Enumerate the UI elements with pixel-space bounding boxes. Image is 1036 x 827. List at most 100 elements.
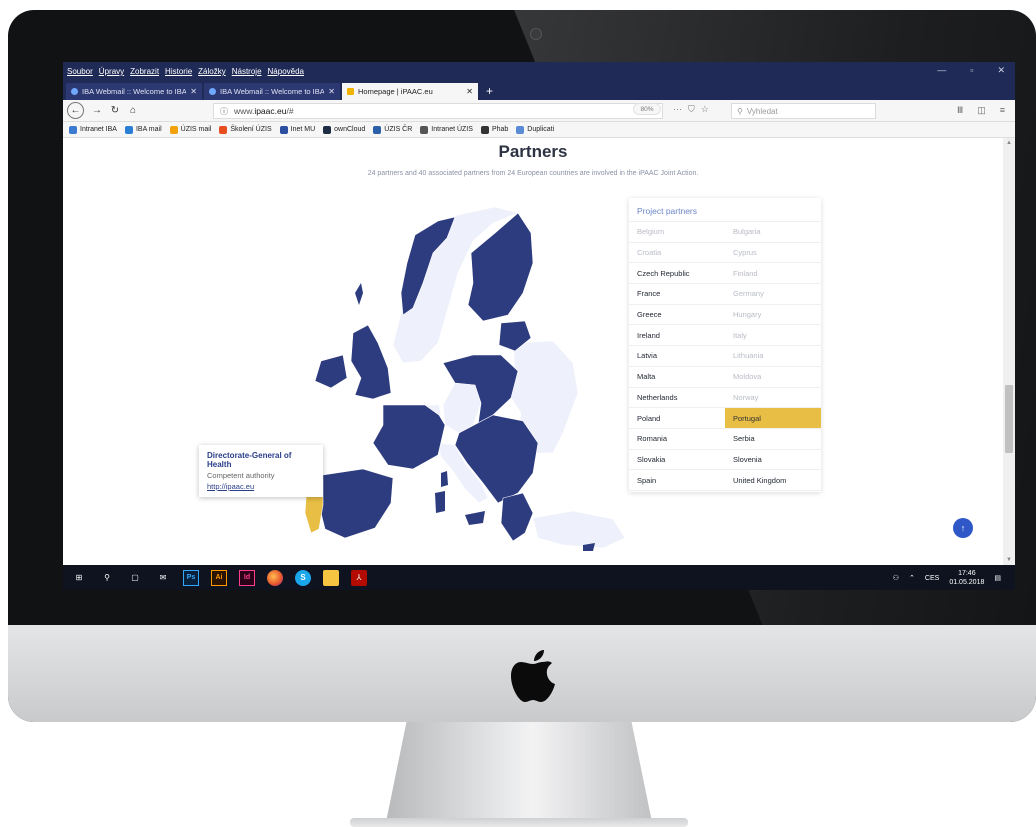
bookmark-item[interactable]: ÚZIS ČR	[373, 125, 412, 134]
menu-item[interactable]: Nástroje	[232, 67, 262, 76]
search-icon[interactable]: ⚲	[99, 570, 115, 586]
map-region-sardinia[interactable]	[435, 491, 445, 513]
partner-country[interactable]: Serbia	[725, 429, 821, 449]
sidebar-icon[interactable]: ◫	[977, 105, 986, 116]
bookmark-item[interactable]: ÚZIS mail	[169, 125, 211, 134]
zoom-level[interactable]: 80%	[633, 103, 661, 115]
bookmark-item[interactable]: Phab	[480, 125, 508, 134]
partner-country[interactable]: Poland	[629, 408, 725, 428]
minimize-icon[interactable]: —	[937, 65, 946, 76]
bookmark-item[interactable]: Školení ÚZIS	[219, 125, 272, 134]
bookmark-item[interactable]: Inet MU	[279, 125, 315, 134]
partner-country[interactable]: Slovenia	[725, 450, 821, 470]
map-region-sicily[interactable]	[465, 511, 485, 525]
scrollbar-thumb[interactable]	[1005, 385, 1013, 453]
map-region-turkey[interactable]	[532, 510, 626, 549]
mail-icon[interactable]: ✉	[155, 570, 171, 586]
europe-map[interactable]	[233, 193, 633, 563]
map-region-ireland[interactable]	[314, 354, 348, 389]
indesign-icon[interactable]: Id	[239, 569, 255, 586]
firefox-icon[interactable]	[267, 569, 283, 586]
map-region-iberia[interactable]	[318, 468, 394, 539]
more-actions-icon[interactable]: ···	[673, 104, 682, 115]
partner-country[interactable]: United Kingdom	[725, 470, 821, 490]
partner-country[interactable]: Malta	[629, 367, 725, 387]
menu-item[interactable]: Zobrazit	[130, 67, 159, 76]
partner-country[interactable]: Finland	[725, 263, 821, 283]
scroll-top-button[interactable]: ↑	[953, 518, 973, 538]
partner-country[interactable]: Ireland	[629, 325, 725, 345]
tab-ipaac-homepage[interactable]: Homepage | iPAAC.eu ✕	[342, 83, 478, 100]
file-explorer-icon[interactable]	[323, 569, 339, 586]
back-arrow-icon[interactable]: ←	[67, 102, 84, 119]
map-region-greece[interactable]	[500, 492, 534, 542]
partner-country[interactable]: Greece	[629, 305, 725, 325]
menu-item[interactable]: Historie	[165, 67, 192, 76]
illustrator-icon[interactable]: Ai	[211, 569, 227, 586]
partner-country[interactable]: Czech Republic	[629, 263, 725, 283]
partner-country[interactable]: Moldova	[725, 367, 821, 387]
library-icon[interactable]: Ⅲ	[957, 105, 963, 116]
partner-country[interactable]: Italy	[725, 325, 821, 345]
bookmark-item[interactable]: Duplicati	[516, 125, 554, 134]
partner-country[interactable]: Norway	[725, 388, 821, 408]
menu-item[interactable]: Soubor	[67, 67, 93, 76]
bookmark-item[interactable]: ownCloud	[323, 125, 365, 134]
partner-country[interactable]: Latvia	[629, 346, 725, 366]
menu-item[interactable]: Nápověda	[268, 67, 304, 76]
menu-item[interactable]: Úpravy	[99, 67, 124, 76]
tab-close-icon[interactable]: ✕	[466, 87, 473, 96]
partner-country[interactable]: Netherlands	[629, 388, 725, 408]
tab-webmail-2[interactable]: IBA Webmail :: Welcome to IBA ✕	[204, 83, 340, 100]
partner-country[interactable]: Portugal	[725, 408, 821, 428]
tooltip-link[interactable]: http://ipaac.eu	[207, 482, 315, 491]
scroll-down-icon[interactable]: ▼	[1006, 557, 1012, 563]
forward-arrow-icon[interactable]: →	[88, 102, 106, 120]
bookmark-item[interactable]: IBA mail	[124, 125, 162, 134]
acrobat-icon[interactable]: ⅄	[351, 569, 367, 586]
photoshop-icon[interactable]: Ps	[183, 569, 199, 586]
partner-country[interactable]: Hungary	[725, 305, 821, 325]
tab-close-icon[interactable]: ✕	[190, 87, 197, 96]
tab-webmail-1[interactable]: IBA Webmail :: Welcome to IBA ✕	[66, 83, 202, 100]
windows-icon[interactable]: ⊞	[71, 570, 87, 586]
tab-close-icon[interactable]: ✕	[328, 87, 335, 96]
partner-country[interactable]: Bulgaria	[725, 222, 821, 242]
map-region-uk[interactable]	[350, 324, 392, 400]
info-icon[interactable]: ⓘ	[220, 106, 228, 117]
task-view-icon[interactable]: ▢	[127, 570, 143, 586]
partner-country[interactable]: Slovakia	[629, 450, 725, 470]
partner-country[interactable]: Germany	[725, 284, 821, 304]
map-region-iceland[interactable]	[355, 283, 363, 305]
scroll-up-icon[interactable]: ▲	[1006, 140, 1012, 146]
hamburger-menu-icon[interactable]: ≡	[1000, 105, 1005, 116]
notification-icon[interactable]: ▤	[994, 574, 1001, 582]
menu-item[interactable]: Záložky	[198, 67, 226, 76]
partner-country[interactable]: Lithuania	[725, 346, 821, 366]
page-scrollbar[interactable]: ▲ ▼	[1003, 138, 1015, 565]
clock[interactable]: 17:46 01.05.2018	[949, 569, 984, 587]
partner-country[interactable]: Spain	[629, 470, 725, 490]
pocket-icon[interactable]: ⛉	[688, 104, 695, 115]
bookmark-star-icon[interactable]: ☆	[701, 104, 709, 115]
partner-country[interactable]: Belgium	[629, 222, 725, 242]
bookmark-item[interactable]: Intranet IBA	[69, 125, 117, 134]
partner-country[interactable]: Romania	[629, 429, 725, 449]
search-input[interactable]: ⚲ Vyhledat	[731, 103, 876, 119]
partner-country[interactable]: Croatia	[629, 243, 725, 263]
partner-country[interactable]: Cyprus	[725, 243, 821, 263]
map-region-corsica[interactable]	[441, 471, 448, 487]
chevron-up-icon[interactable]: ⌃	[909, 574, 915, 582]
close-icon[interactable]: ✕	[997, 65, 1005, 76]
bookmark-item[interactable]: Intranet ÚZIS	[420, 125, 473, 134]
input-language[interactable]: CES	[925, 575, 939, 582]
new-tab-icon[interactable]: +	[480, 83, 499, 100]
map-region-france[interactable]	[372, 404, 446, 470]
reload-icon[interactable]: ↻	[106, 102, 124, 120]
home-icon[interactable]: ⌂	[124, 102, 142, 120]
url-bar[interactable]: ⓘ www. ipaac.eu/#	[213, 103, 663, 119]
people-icon[interactable]: ⚇	[893, 574, 899, 582]
partner-country[interactable]: France	[629, 284, 725, 304]
skype-icon[interactable]: S	[295, 569, 311, 586]
maximize-icon[interactable]: ▫	[970, 65, 973, 76]
